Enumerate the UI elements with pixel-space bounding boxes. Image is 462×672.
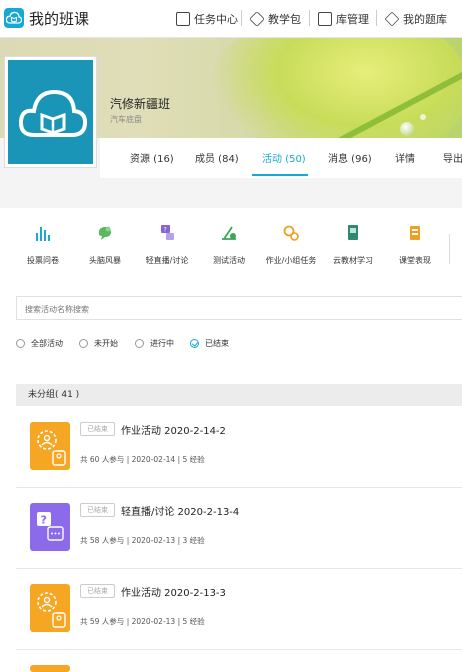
tool-brainstorm[interactable]: 头脑风暴 xyxy=(70,218,140,267)
filter-in-progress[interactable]: 进行中 xyxy=(135,338,174,349)
activity-item[interactable]: 已结束 作业活动 2020-2-14-2 共 60 人参与 | 2020-02-… xyxy=(16,408,462,488)
svg-text:?: ? xyxy=(41,514,47,527)
question-bank-icon xyxy=(384,11,400,27)
homework-icon xyxy=(283,225,299,241)
tool-label: 作业/小组任务 xyxy=(265,256,317,265)
tool-label: 轻直播/讨论 xyxy=(145,256,189,265)
active-tab-indicator xyxy=(252,174,308,176)
tool-class-performance[interactable]: 课堂表现 xyxy=(380,218,450,267)
activity-title[interactable]: 作业活动 2020-2-13-3 xyxy=(121,584,226,599)
banner-decoration xyxy=(210,38,462,138)
activity-toolbar: 投票问卷 头脑风暴 ? 轻直播/讨论 测试活动 作业/小组任务 云教材学习 课堂… xyxy=(0,218,462,270)
tab-members[interactable]: 成员 (84) xyxy=(195,150,239,165)
filter-label: 全部活动 xyxy=(31,339,63,348)
radio-icon xyxy=(135,339,144,348)
homework-icon xyxy=(37,430,66,466)
tab-resources[interactable]: 资源 (16) xyxy=(130,150,174,165)
tool-label: 云教材学习 xyxy=(333,256,373,265)
package-icon xyxy=(249,11,265,27)
divider xyxy=(449,234,450,264)
filter-not-started[interactable]: 未开始 xyxy=(79,338,118,349)
topnav-teaching-package[interactable]: 教学包 xyxy=(249,9,301,29)
cloud-book-icon xyxy=(6,11,22,24)
app-logo[interactable] xyxy=(4,8,24,28)
activity-meta: 共 58 人参与 | 2020-02-13 | 3 经验 xyxy=(80,536,205,545)
banner-decoration xyxy=(400,122,414,136)
textbook-icon xyxy=(348,225,358,240)
live-discussion-icon: ? xyxy=(37,512,64,541)
filter-label: 进行中 xyxy=(150,339,174,348)
filter-ended[interactable]: 已结束 xyxy=(190,338,229,349)
activity-title[interactable]: 轻直播/讨论 2020-2-13-4 xyxy=(121,503,239,518)
vote-icon xyxy=(36,227,50,241)
filter-all[interactable]: 全部活动 xyxy=(16,338,63,349)
tool-live-discussion[interactable]: ? 轻直播/讨论 xyxy=(132,218,202,267)
topnav-label: 教学包 xyxy=(268,13,301,26)
tool-cloud-textbook[interactable]: 云教材学习 xyxy=(318,218,388,267)
tool-label: 课堂表现 xyxy=(399,256,431,265)
divider xyxy=(241,10,242,26)
test-icon xyxy=(222,226,236,240)
tool-homework[interactable]: 作业/小组任务 xyxy=(256,218,326,267)
topnav-label: 库管理 xyxy=(336,13,369,26)
radio-checked-icon xyxy=(190,339,199,348)
tab-export[interactable]: 导出 xyxy=(443,150,462,165)
activities-panel: 投票问卷 头脑风暴 ? 轻直播/讨论 测试活动 作业/小组任务 云教材学习 课堂… xyxy=(0,208,462,672)
task-icon xyxy=(176,12,190,26)
topnav-task-center[interactable]: 任务中心 xyxy=(176,9,238,29)
library-icon xyxy=(318,12,332,26)
class-subtitle: 汽车底盘 xyxy=(110,115,142,124)
class-tabs: 资源 (16) 成员 (84) 活动 (50) 消息 (96) 详情 导出 xyxy=(100,138,462,178)
radio-icon xyxy=(16,339,25,348)
activity-item[interactable]: 已结束 作业活动 2020-2-13-3 共 59 人参与 | 2020-02-… xyxy=(16,570,462,650)
banner-decoration xyxy=(420,114,426,120)
tab-activities[interactable]: 活动 (50) xyxy=(262,150,306,165)
activity-thumb: ? xyxy=(30,503,70,551)
cloud-book-icon xyxy=(18,89,88,137)
top-bar: 我的班课 任务中心 教学包 库管理 我的题库 xyxy=(0,0,462,38)
activity-title[interactable]: 作业活动 2020-2-14-2 xyxy=(121,422,226,437)
filter-label: 未开始 xyxy=(94,339,118,348)
topnav-label: 我的题库 xyxy=(403,13,447,26)
topnav-library[interactable]: 库管理 xyxy=(318,9,369,29)
activity-thumb xyxy=(30,584,70,632)
activity-search[interactable] xyxy=(16,296,462,321)
svg-text:?: ? xyxy=(164,227,167,234)
search-input[interactable] xyxy=(17,298,462,321)
class-name: 汽修新疆班 xyxy=(110,97,171,111)
activity-thumb xyxy=(30,665,70,672)
divider xyxy=(309,10,310,26)
tool-label: 头脑风暴 xyxy=(89,256,121,265)
tab-messages[interactable]: 消息 (96) xyxy=(328,150,372,165)
status-badge: 已结束 xyxy=(80,503,115,517)
app-title: 我的班课 xyxy=(29,10,90,28)
tool-test[interactable]: 测试活动 xyxy=(194,218,264,267)
activity-item[interactable] xyxy=(16,651,462,672)
tool-label: 投票问卷 xyxy=(27,256,59,265)
class-avatar xyxy=(4,56,97,168)
tool-label: 测试活动 xyxy=(213,256,245,265)
brainstorm-icon xyxy=(98,226,111,240)
activity-meta: 共 59 人参与 | 2020-02-13 | 5 经验 xyxy=(80,617,205,626)
tab-details[interactable]: 详情 xyxy=(395,150,415,165)
status-badge: 已结束 xyxy=(80,422,115,436)
topnav-label: 任务中心 xyxy=(194,13,238,26)
activity-meta: 共 60 人参与 | 2020-02-14 | 5 经验 xyxy=(80,455,205,464)
status-badge: 已结束 xyxy=(80,584,115,598)
divider xyxy=(376,10,377,26)
performance-icon xyxy=(410,226,420,240)
live-discussion-icon: ? xyxy=(161,225,174,240)
radio-icon xyxy=(79,339,88,348)
filter-label: 已结束 xyxy=(205,339,229,348)
activity-item[interactable]: ? 已结束 轻直播/讨论 2020-2-13-4 共 58 人参与 | 2020… xyxy=(16,489,462,569)
group-header[interactable]: 未分组( 41 ) xyxy=(16,384,462,406)
homework-icon xyxy=(37,592,66,628)
topnav-question-bank[interactable]: 我的题库 xyxy=(384,9,447,29)
tool-vote[interactable]: 投票问卷 xyxy=(8,218,78,267)
activity-thumb xyxy=(30,422,70,470)
spacer xyxy=(0,178,462,208)
